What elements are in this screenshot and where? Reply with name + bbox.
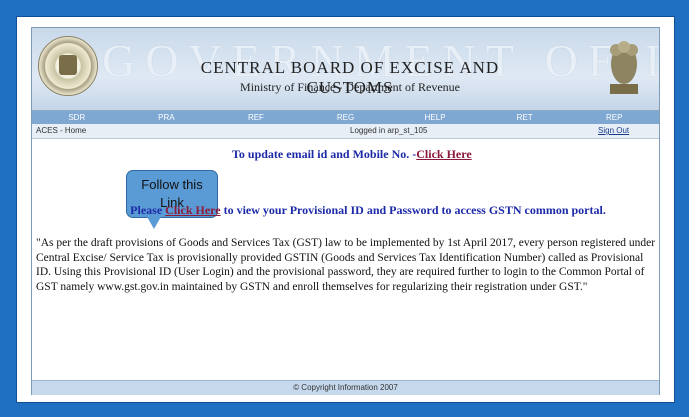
nav-item-sdr[interactable]: SDR <box>32 111 122 124</box>
header-banner: GOVERNMENT OF INDIA CENTRAL BOARD OF EXC… <box>32 28 659 111</box>
gstn-notice: Please Click Here to view your Provision… <box>88 203 648 218</box>
nav-item-reg[interactable]: REG <box>301 111 391 124</box>
logged-in-user: Logged in arp_st_105 <box>350 126 428 135</box>
gstn-prefix: Please <box>130 203 166 217</box>
update-email-link[interactable]: Click Here <box>416 147 471 161</box>
nav-item-rep[interactable]: REP <box>569 111 659 124</box>
nav-item-pra[interactable]: PRA <box>122 111 212 124</box>
gstn-suffix: to view your Provisional ID and Password… <box>220 203 606 217</box>
nav-item-help[interactable]: HELP <box>390 111 480 124</box>
national-emblem-icon <box>610 41 638 94</box>
gstn-click-here-link[interactable]: Click Here <box>165 203 220 217</box>
copyright-footer: © Copyright Information 2007 <box>32 380 659 395</box>
update-email-notice: To update email id and Mobile No. -Click… <box>232 147 532 162</box>
nav-item-ref[interactable]: REF <box>211 111 301 124</box>
page-window: GOVERNMENT OF INDIA CENTRAL BOARD OF EXC… <box>31 27 660 395</box>
gst-info-paragraph: "As per the draft provisions of Goods an… <box>36 237 656 293</box>
cbec-emblem-icon <box>38 36 98 96</box>
status-bar: ACES - Home Logged in arp_st_105 Sign Ou… <box>32 124 659 139</box>
page-subtitle: Ministry of Finance - Department of Reve… <box>240 80 460 94</box>
sign-out-link[interactable]: Sign Out <box>598 126 629 135</box>
outer-frame: GOVERNMENT OF INDIA CENTRAL BOARD OF EXC… <box>16 16 675 403</box>
nav-item-ret[interactable]: RET <box>480 111 570 124</box>
main-nav: SDR PRA REF REG HELP RET REP <box>32 111 659 124</box>
breadcrumb: ACES - Home <box>36 126 87 135</box>
callout-line-1: Follow this <box>141 177 203 192</box>
update-email-text: To update email id and Mobile No. - <box>232 147 417 161</box>
